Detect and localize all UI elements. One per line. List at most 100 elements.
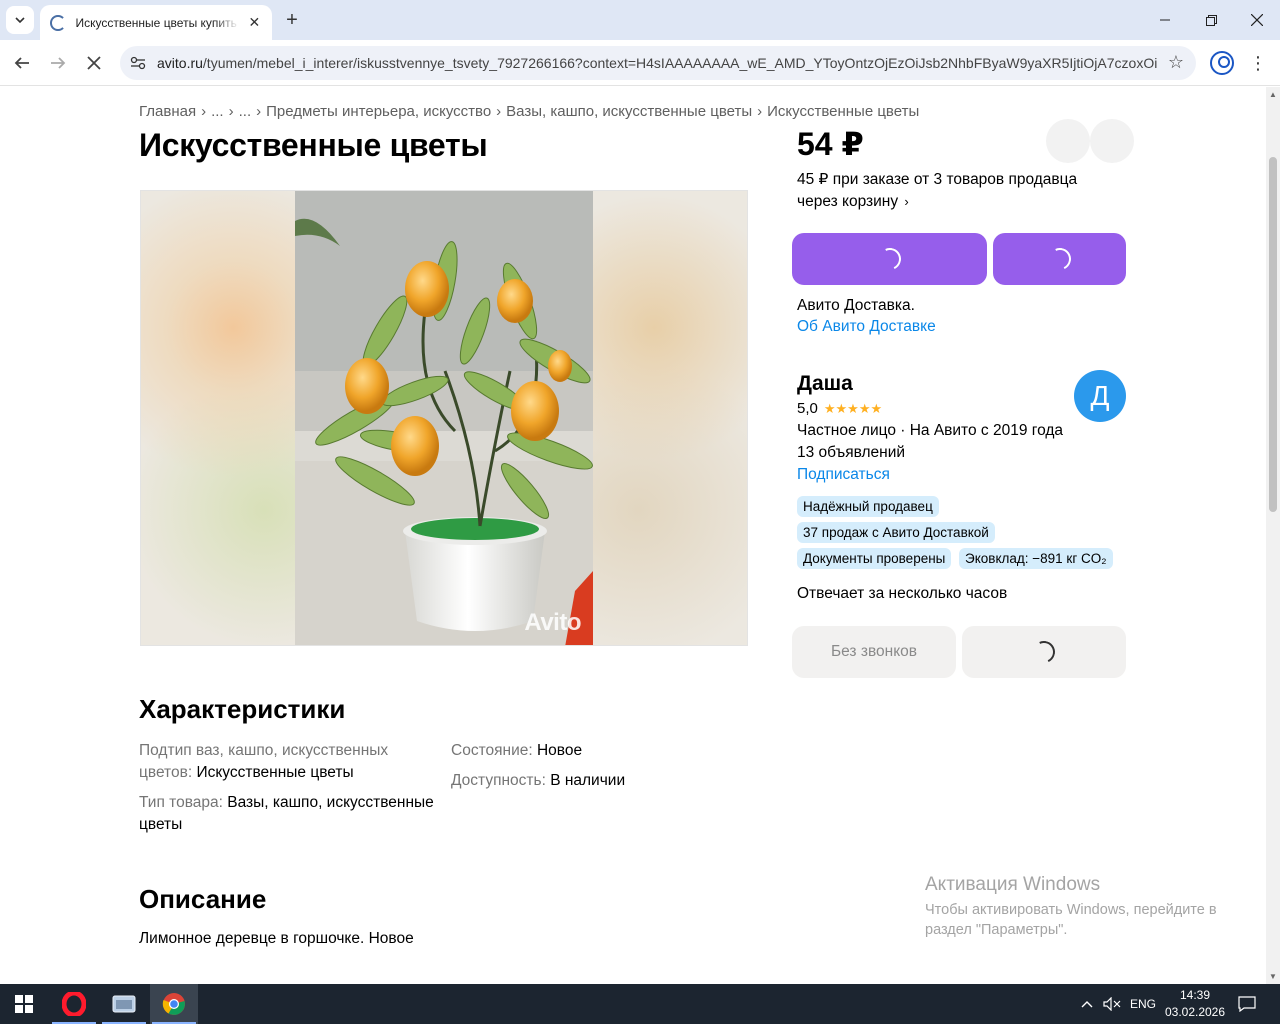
tray-overflow-icon[interactable] — [1080, 984, 1094, 1024]
browser-tab[interactable]: Искусственные цветы купить в ✕ — [40, 5, 272, 40]
clock-date: 03.02.2026 — [1164, 1005, 1226, 1019]
avatar[interactable]: Д — [1074, 370, 1126, 422]
characteristic-value: Вазы, кашпо, искусственные — [227, 794, 434, 811]
chrome-icon — [162, 993, 185, 1015]
page-viewport: Главная ›... ›... › Предметы интерьера, иску… — [0, 87, 1266, 984]
share-button[interactable] — [1090, 119, 1134, 163]
badge-eco-contribution[interactable]: Эковклад: −891 кг CO₂ — [959, 548, 1113, 569]
characteristic-availability: Доступность: В наличии — [451, 770, 625, 792]
scroll-up-icon[interactable]: ▲ — [1269, 90, 1277, 99]
url-host: avito.ru — [157, 55, 203, 71]
notifications-button[interactable] — [1238, 984, 1256, 1024]
about-delivery-link[interactable]: Об Авито Доставке — [797, 316, 936, 337]
characteristic-value: Искусственные цветы — [196, 764, 354, 781]
clock-time: 14:39 — [1179, 988, 1211, 1002]
chevron-down-icon — [15, 17, 25, 24]
breadcrumb-item[interactable]: Предметы интерьера, искусство — [266, 103, 491, 120]
seller-rating[interactable]: 5,0 ★★★★★ — [797, 400, 882, 417]
language-indicator[interactable]: ENG — [1130, 984, 1156, 1024]
minimize-button[interactable] — [1142, 0, 1188, 40]
subscribe-link[interactable]: Подписаться — [797, 466, 890, 484]
windows-taskbar: ENG 14:39 03.02.2026 — [0, 984, 1280, 1024]
stop-loading-button[interactable] — [80, 49, 108, 77]
tab-title: Искусственные цветы купить в — [75, 15, 239, 30]
address-bar[interactable]: avito.ru/tyumen/mebel_i_interer/iskusstv… — [120, 46, 1196, 80]
no-calls-button[interactable]: Без звонков — [792, 626, 956, 678]
loading-spinner-icon — [1029, 637, 1059, 667]
breadcrumb-separator: › — [201, 103, 207, 120]
breadcrumb-separator: › — [496, 103, 502, 120]
breadcrumb-item[interactable]: ... — [239, 103, 252, 120]
listing-photo[interactable]: Avito — [295, 191, 593, 645]
volume-muted-icon[interactable] — [1103, 984, 1121, 1024]
bookmark-star-icon[interactable]: ☆ — [1168, 52, 1184, 73]
profile-icon[interactable] — [1210, 51, 1234, 75]
add-to-cart-button[interactable] — [993, 233, 1126, 285]
taskbar-app[interactable] — [100, 984, 148, 1024]
tab-search-button[interactable] — [6, 6, 34, 34]
badge-documents-verified[interactable]: Документы проверены — [797, 548, 952, 569]
chevron-right-icon: › — [904, 194, 909, 209]
bulk-price-text: 45 ₽ при заказе от 3 товаров продавца — [797, 171, 1078, 188]
characteristic-key: Доступность: — [451, 772, 546, 789]
characteristic-key: цветов: — [139, 764, 193, 781]
badge-reliable-seller[interactable]: Надёжный продавец — [797, 496, 939, 517]
page-title: Искусственные цветы — [139, 127, 488, 163]
minimize-icon — [1160, 19, 1170, 21]
url-path: /tyumen/mebel_i_interer/iskusstvennye_ts… — [202, 55, 1157, 71]
breadcrumb-item[interactable]: Главная — [139, 103, 196, 120]
gallery-blur-background — [592, 191, 747, 645]
forward-button[interactable] — [44, 49, 72, 77]
new-tab-button[interactable]: + — [280, 8, 304, 32]
page-scrollbar[interactable]: ▲ ▼ — [1266, 87, 1280, 984]
seller-name[interactable]: Даша — [797, 372, 853, 396]
url-text[interactable]: avito.ru/tyumen/mebel_i_interer/iskusstv… — [157, 55, 1157, 71]
browser-toolbar: avito.ru/tyumen/mebel_i_interer/iskusstv… — [0, 40, 1280, 86]
gallery-blur-background — [141, 191, 295, 645]
arrow-right-icon — [51, 57, 66, 69]
back-button[interactable] — [8, 49, 36, 77]
photo-gallery[interactable]: Avito — [140, 190, 748, 646]
tab-close-icon[interactable]: ✕ — [247, 14, 262, 31]
notification-icon — [1238, 996, 1256, 1012]
tune-icon — [130, 56, 146, 70]
characteristic-key: Тип товара: — [139, 794, 223, 811]
bulk-price-cart-link: через корзину — [797, 193, 899, 210]
site-info-icon[interactable] — [128, 53, 148, 73]
badge-delivery-sales[interactable]: 37 продаж с Авито Доставкой — [797, 522, 995, 543]
close-window-button[interactable] — [1234, 0, 1280, 40]
characteristic-key: Подтип ваз, кашпо, искусственных — [139, 742, 389, 759]
breadcrumb-item[interactable]: Вазы, кашпо, искусственные цветы — [506, 103, 752, 120]
taskbar-chrome[interactable] — [150, 984, 198, 1024]
scroll-down-icon[interactable]: ▼ — [1269, 972, 1277, 981]
write-message-button[interactable] — [962, 626, 1126, 678]
delivery-info: Авито Доставка. Об Авито Доставке — [797, 295, 936, 337]
start-button[interactable] — [0, 984, 48, 1024]
close-icon — [1251, 14, 1263, 26]
breadcrumb-separator: › — [256, 103, 262, 120]
bulk-price-offer[interactable]: 45 ₽ при заказе от 3 товаров продавца че… — [797, 169, 1097, 213]
breadcrumb-item[interactable]: Искусственные цветы — [767, 103, 919, 120]
star-rating-icon: ★★★★★ — [823, 400, 883, 416]
favorite-button[interactable] — [1046, 119, 1090, 163]
chevron-up-icon — [1081, 1001, 1093, 1008]
activation-title: Активация Windows — [925, 874, 1101, 895]
arrow-left-icon — [14, 57, 29, 69]
speaker-muted-icon — [1103, 997, 1121, 1011]
taskbar-opera[interactable] — [50, 984, 98, 1024]
seller-ads-count[interactable]: 13 объявлений — [797, 444, 905, 462]
description-text: Лимонное деревце в горшочке. Новое — [139, 930, 414, 947]
restore-button[interactable] — [1188, 0, 1234, 40]
breadcrumb-item[interactable]: ... — [211, 103, 224, 120]
activation-text: Чтобы активировать Windows, перейдите в … — [925, 902, 1217, 938]
browser-menu-icon[interactable]: ⋮ — [1248, 51, 1268, 75]
app-window-icon — [112, 995, 136, 1013]
characteristic-value: цветы — [139, 816, 183, 833]
breadcrumb-separator: › — [757, 103, 763, 120]
opera-icon — [62, 992, 86, 1016]
buy-with-delivery-button[interactable] — [792, 233, 987, 285]
windows-logo-icon — [15, 995, 33, 1013]
system-clock[interactable]: 14:39 03.02.2026 — [1160, 987, 1230, 1021]
scrollbar-thumb[interactable] — [1269, 157, 1277, 512]
characteristic-value: Новое — [536, 742, 583, 759]
